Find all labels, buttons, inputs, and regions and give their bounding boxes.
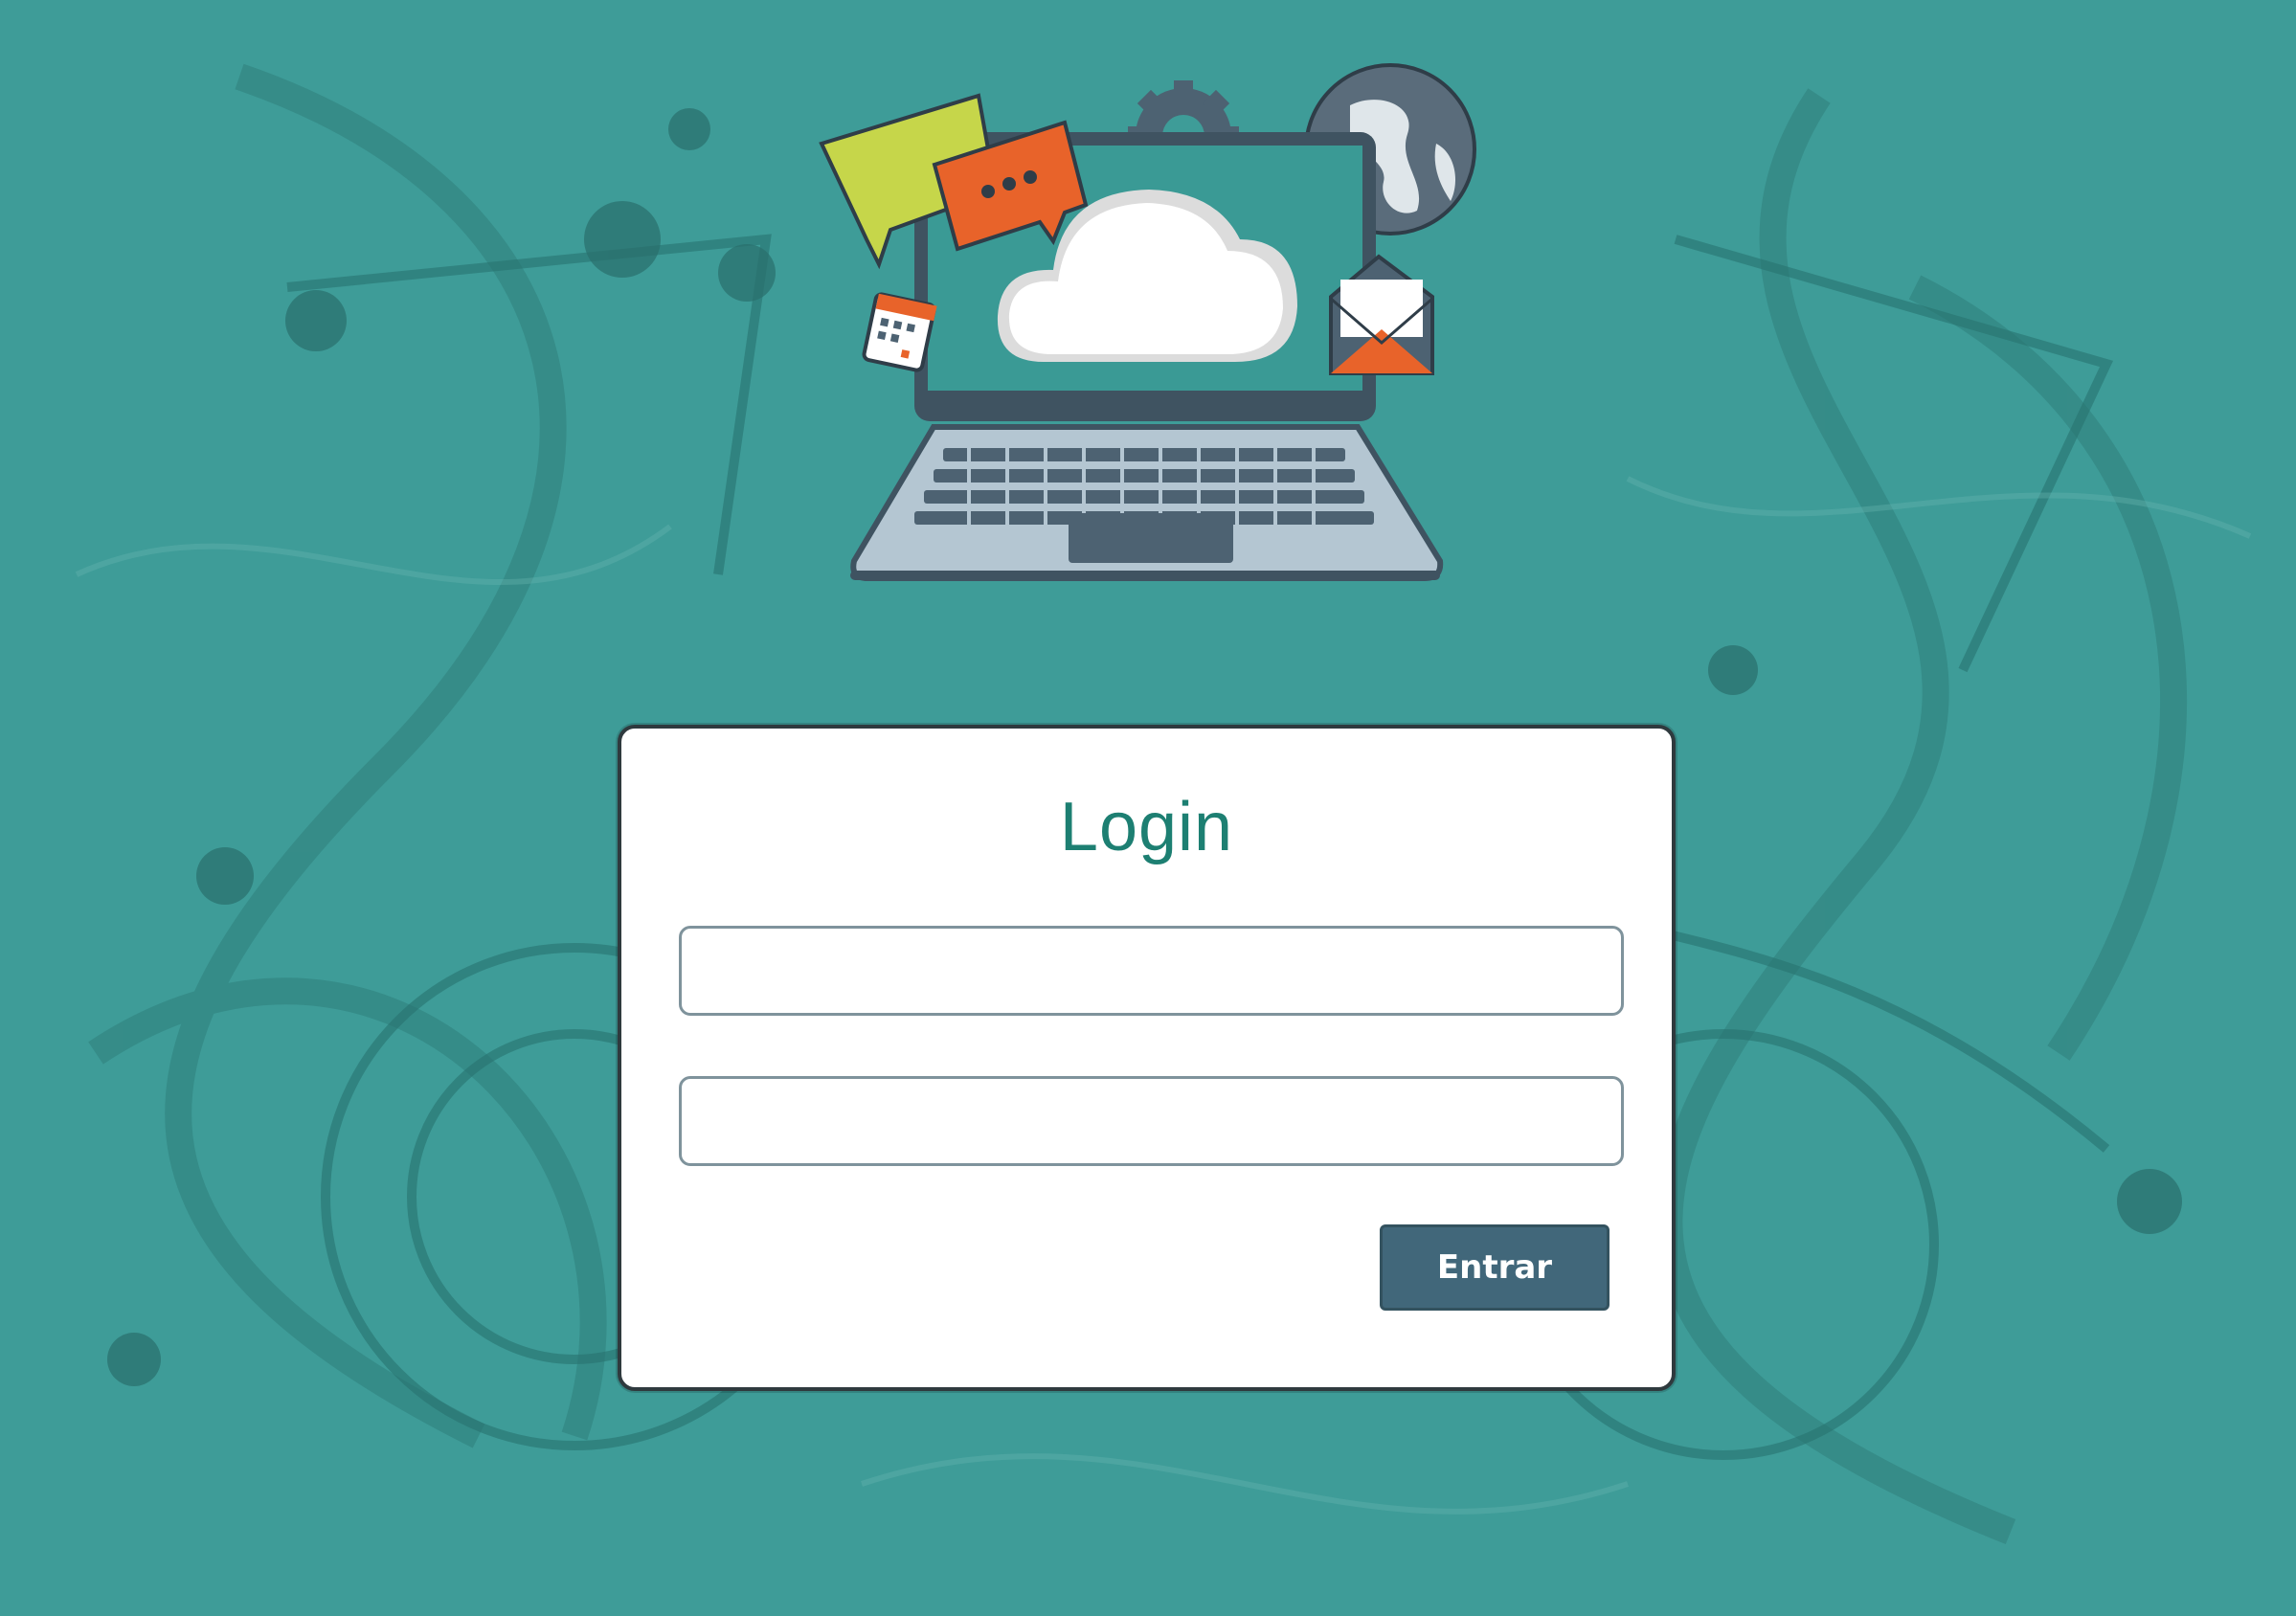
login-card: Login Entrar (618, 725, 1676, 1391)
username-field[interactable] (679, 926, 1624, 1016)
login-title: Login (1059, 789, 1234, 865)
password-field[interactable] (679, 1076, 1624, 1166)
entrar-button[interactable]: Entrar (1380, 1224, 1609, 1311)
laptop-illustration (819, 63, 1476, 581)
